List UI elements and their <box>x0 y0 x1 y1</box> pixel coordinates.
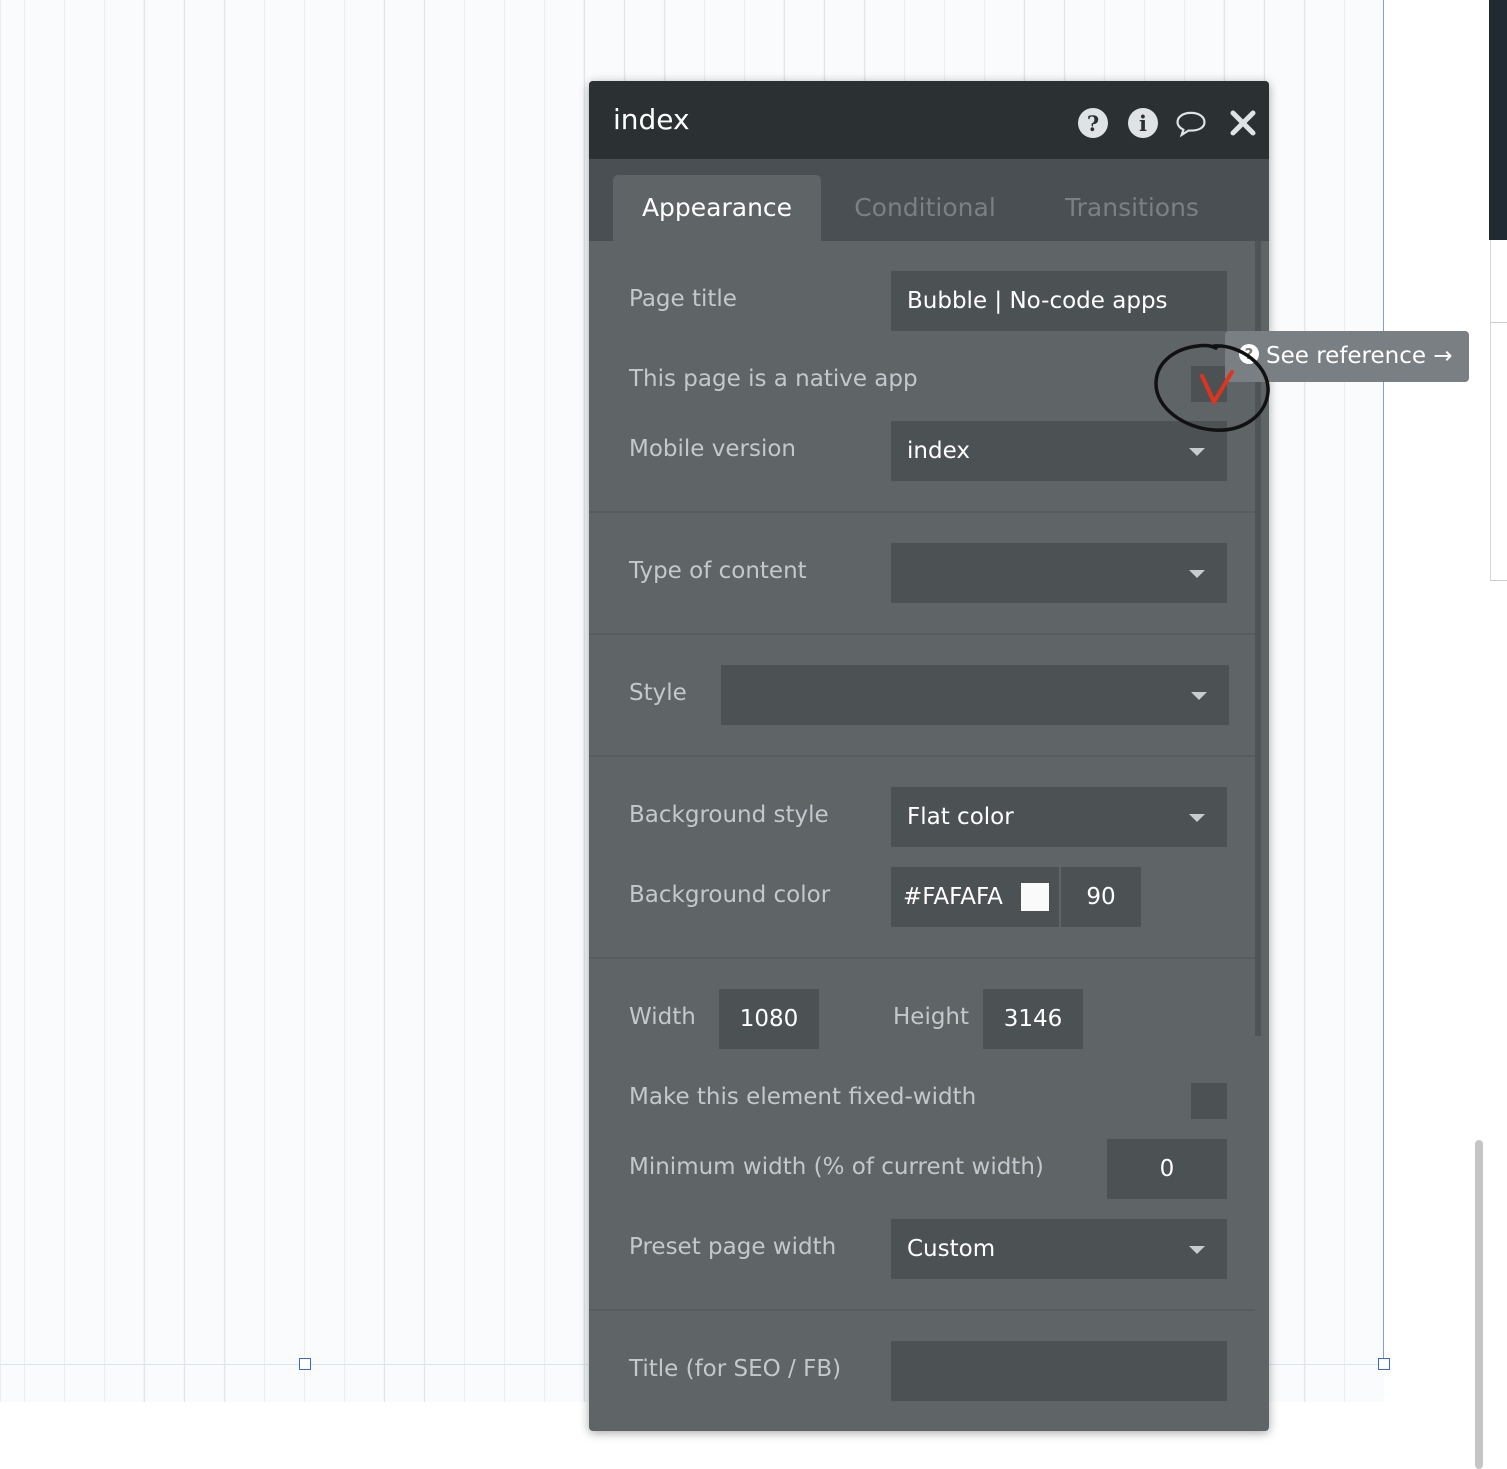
side-panel-divider <box>1490 240 1491 580</box>
background-style-label: Background style <box>629 802 829 828</box>
chevron-down-icon <box>1189 448 1205 456</box>
close-icon[interactable] <box>1227 107 1259 139</box>
section-divider <box>589 755 1255 757</box>
seo-title-label: Title (for SEO / FB) <box>629 1356 842 1382</box>
resize-handle-left[interactable] <box>299 1358 311 1370</box>
mobile-version-label: Mobile version <box>629 436 796 462</box>
help-icon[interactable]: ? <box>1077 107 1109 139</box>
page-title-input[interactable]: Bubble | No-code apps <box>891 271 1227 331</box>
fixed-width-label: Make this element fixed-width <box>629 1084 977 1110</box>
background-style-dropdown[interactable]: Flat color <box>891 787 1227 847</box>
type-of-content-label: Type of content <box>629 558 807 584</box>
resize-handle-right[interactable] <box>1378 1358 1390 1370</box>
annotation-check-mark <box>1200 370 1234 404</box>
chevron-down-icon <box>1191 692 1207 700</box>
tab-appearance[interactable]: Appearance <box>613 175 821 241</box>
chevron-down-icon <box>1189 1246 1205 1254</box>
height-input[interactable]: 3146 <box>983 989 1083 1049</box>
preset-width-dropdown[interactable]: Custom <box>891 1219 1227 1279</box>
color-swatch[interactable] <box>1021 883 1049 911</box>
side-panel-divider <box>1490 580 1507 581</box>
canvas-scrollbar[interactable] <box>1475 1140 1483 1469</box>
side-panel-edge <box>1489 0 1507 240</box>
chevron-down-icon <box>1189 570 1205 578</box>
background-opacity-input[interactable]: 90 <box>1061 867 1141 927</box>
native-app-label: This page is a native app <box>629 366 918 392</box>
page-title-label: Page title <box>629 286 737 312</box>
min-width-label: Minimum width (% of current width) <box>629 1154 1044 1180</box>
seo-title-input[interactable] <box>891 1341 1227 1401</box>
comment-icon[interactable] <box>1175 107 1207 139</box>
style-dropdown[interactable] <box>721 665 1229 725</box>
section-divider <box>589 511 1255 513</box>
see-reference-link[interactable]: See reference → <box>1266 331 1453 382</box>
section-divider <box>589 633 1255 635</box>
fixed-width-checkbox[interactable] <box>1191 1083 1227 1119</box>
type-of-content-dropdown[interactable] <box>891 543 1227 603</box>
panel-header[interactable]: index ? i <box>589 81 1269 159</box>
width-input[interactable]: 1080 <box>719 989 819 1049</box>
chevron-down-icon <box>1189 814 1205 822</box>
annotation-circle <box>1154 343 1270 432</box>
section-divider <box>589 957 1255 959</box>
width-label: Width <box>629 1004 696 1030</box>
preset-width-label: Preset page width <box>629 1234 837 1260</box>
property-editor-panel: index ? i Appearance Conditional Transit… <box>589 81 1269 1431</box>
background-color-label: Background color <box>629 882 831 908</box>
height-label: Height <box>893 1004 970 1030</box>
page-guide-vertical <box>1383 0 1384 1365</box>
tab-transitions[interactable]: Transitions <box>1041 175 1223 241</box>
tab-conditional[interactable]: Conditional <box>833 175 1017 241</box>
tab-bar: Appearance Conditional Transitions <box>589 159 1269 241</box>
min-width-input[interactable]: 0 <box>1107 1139 1227 1199</box>
section-divider <box>589 1309 1255 1311</box>
background-color-input[interactable]: #FAFAFA <box>891 867 1059 927</box>
info-icon[interactable]: i <box>1127 107 1159 139</box>
side-panel-divider <box>1490 322 1507 323</box>
style-label: Style <box>629 680 687 706</box>
panel-title: index <box>613 103 690 136</box>
